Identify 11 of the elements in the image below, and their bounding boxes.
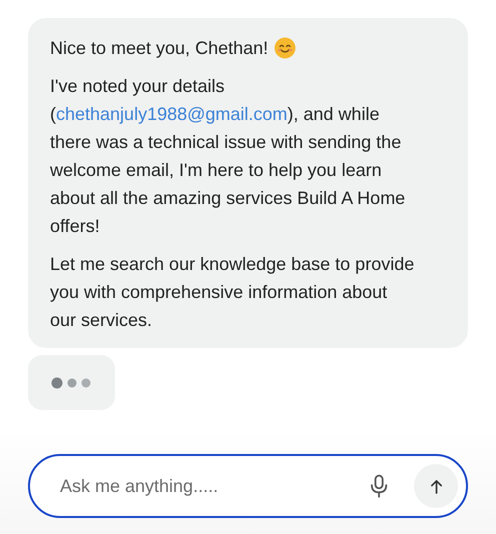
message-text: I've noted your details (chethanjuly1988@gmail.com), and while there was a technical issue with sending the welcome email, I'm here to help you learn about all the amazing services Build A Home offers! bbox=[50, 75, 406, 238]
email-link[interactable]: chethanjuly1988@gmail.com bbox=[56, 104, 288, 124]
arrow-up-icon bbox=[430, 478, 442, 494]
chat-input-bar[interactable]: Ask me anything..... bbox=[28, 454, 468, 518]
send-button[interactable] bbox=[414, 464, 458, 508]
message-input[interactable]: Ask me anything..... bbox=[58, 474, 370, 498]
smiley-icon bbox=[274, 37, 296, 59]
message-text: Nice to meet you, Chethan! bbox=[50, 37, 268, 60]
typing-dots-icon bbox=[50, 376, 92, 388]
message-text: Let me search our knowledge base to provide you with comprehensive information about our services. bbox=[50, 253, 416, 332]
microphone-icon[interactable] bbox=[370, 474, 388, 498]
